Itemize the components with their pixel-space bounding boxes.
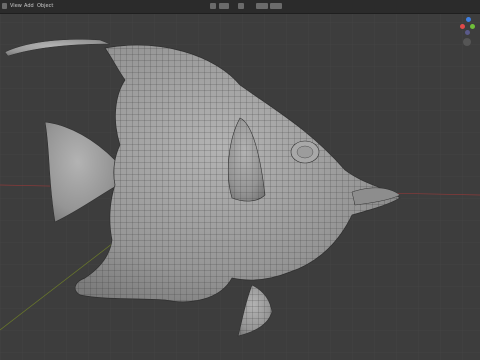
y-axis-icon[interactable] <box>470 24 475 29</box>
viewport-header: View Add Object <box>0 0 480 14</box>
x-axis-icon[interactable] <box>460 24 465 29</box>
z-axis-icon[interactable] <box>466 17 471 22</box>
transform-icon[interactable] <box>210 3 216 9</box>
menu-view[interactable]: View <box>10 1 22 11</box>
overlay-icon[interactable] <box>256 3 268 9</box>
menu-object[interactable]: Object <box>37 1 53 11</box>
neg-z-axis-icon[interactable] <box>465 30 470 35</box>
navigation-gizmo[interactable] <box>458 16 476 46</box>
view-toggle-icon[interactable] <box>463 38 471 46</box>
menu-add[interactable]: Add <box>24 1 34 11</box>
eye-pupil <box>296 145 314 159</box>
blender-window: View Add Object Object Mo <box>0 0 480 360</box>
3d-viewport[interactable] <box>0 14 480 360</box>
editor-type-icon[interactable] <box>2 3 7 9</box>
snap-icon[interactable] <box>219 3 229 9</box>
proportional-icon[interactable] <box>238 3 244 9</box>
shading-icon[interactable] <box>270 3 282 9</box>
